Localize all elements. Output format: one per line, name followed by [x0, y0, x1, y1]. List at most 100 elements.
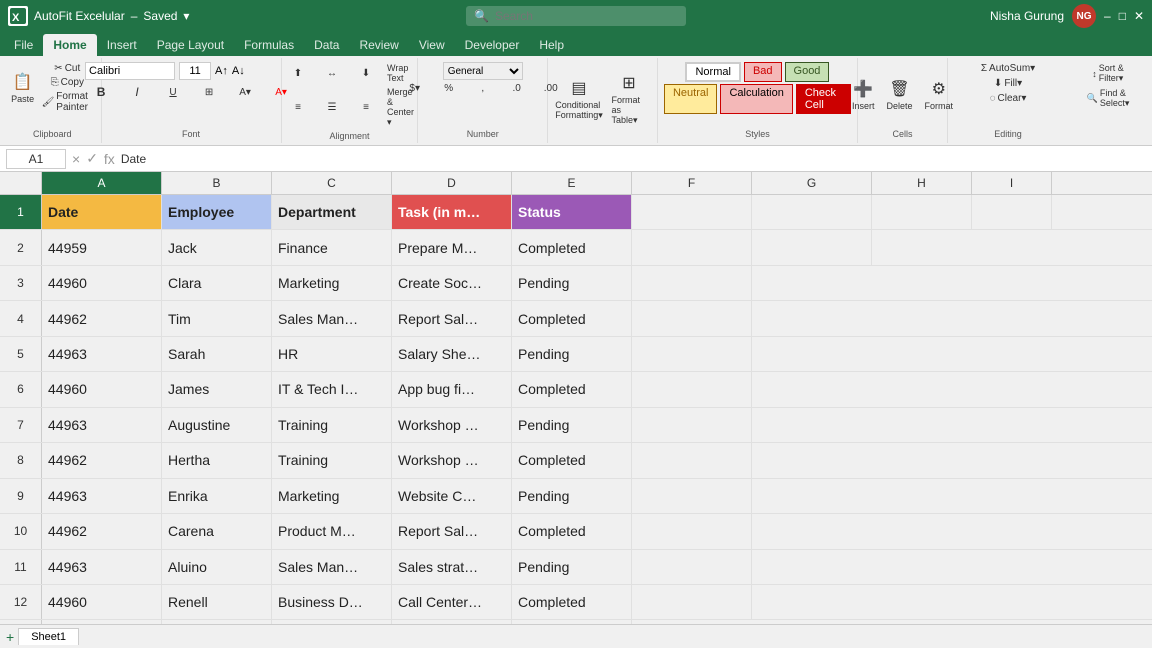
cell-d3[interactable]: Create Soc… — [392, 266, 512, 300]
delete-cells-button[interactable]: 🗑 Delete — [881, 76, 917, 114]
cell-d4[interactable]: Report Sal… — [392, 301, 512, 335]
row-num-10[interactable]: 10 — [0, 514, 42, 548]
comma-button[interactable]: , — [467, 82, 499, 95]
sort-filter-button[interactable]: ↕ Sort &Filter▾ — [1088, 62, 1128, 85]
cell-f2[interactable] — [632, 230, 752, 264]
cell-c8[interactable]: Training — [272, 443, 392, 477]
cell-c1[interactable]: Department — [272, 195, 392, 229]
minimize-button[interactable]: – — [1104, 9, 1111, 23]
cell-d5[interactable]: Salary She… — [392, 337, 512, 371]
style-neutral[interactable]: Neutral — [664, 84, 717, 114]
fill-color-button[interactable]: A▾ — [229, 86, 261, 99]
cell-c12[interactable]: Business D… — [272, 585, 392, 619]
row-num-2[interactable]: 2 — [0, 230, 42, 264]
cell-e12[interactable]: Completed — [512, 585, 632, 619]
cell-c4[interactable]: Sales Man… — [272, 301, 392, 335]
cell-d1[interactable]: Task (in m… — [392, 195, 512, 229]
tab-formulas[interactable]: Formulas — [234, 34, 304, 56]
row-num-1[interactable]: 1 — [0, 195, 42, 229]
cell-f4[interactable] — [632, 301, 752, 335]
cell-a3[interactable]: 44960 — [42, 266, 162, 300]
sheet-tab-1[interactable]: Sheet1 — [18, 628, 79, 645]
font-size-input[interactable] — [179, 62, 211, 80]
tab-page-layout[interactable]: Page Layout — [147, 34, 234, 56]
border-button[interactable]: ⊞ — [193, 86, 225, 99]
style-good[interactable]: Good — [785, 62, 830, 82]
cell-e2[interactable]: Completed — [512, 230, 632, 264]
cell-f12[interactable] — [632, 585, 752, 619]
cell-f7[interactable] — [632, 408, 752, 442]
cell-e10[interactable]: Completed — [512, 514, 632, 548]
name-box[interactable] — [6, 149, 66, 169]
tab-file[interactable]: File — [4, 34, 43, 56]
cell-b10[interactable]: Carena — [162, 514, 272, 548]
cell-d8[interactable]: Workshop … — [392, 443, 512, 477]
tab-review[interactable]: Review — [349, 34, 408, 56]
col-header-h[interactable]: H — [872, 172, 972, 194]
percent-button[interactable]: % — [433, 82, 465, 95]
cell-f10[interactable] — [632, 514, 752, 548]
cell-e7[interactable]: Pending — [512, 408, 632, 442]
cell-b12[interactable]: Renell — [162, 585, 272, 619]
cell-f1[interactable] — [632, 195, 752, 229]
cell-e3[interactable]: Pending — [512, 266, 632, 300]
increase-decimal-button[interactable]: .0 — [501, 82, 533, 95]
cell-b11[interactable]: Aluino — [162, 550, 272, 584]
cell-d6[interactable]: App bug fi… — [392, 372, 512, 406]
cell-a10[interactable]: 44962 — [42, 514, 162, 548]
insert-cells-button[interactable]: ➕ Insert — [847, 76, 880, 114]
cell-f8[interactable] — [632, 443, 752, 477]
tab-help[interactable]: Help — [529, 34, 574, 56]
close-button[interactable]: ✕ — [1134, 9, 1144, 23]
cell-e5[interactable]: Pending — [512, 337, 632, 371]
cell-f11[interactable] — [632, 550, 752, 584]
tab-developer[interactable]: Developer — [455, 34, 530, 56]
style-check-cell[interactable]: Check Cell — [796, 84, 851, 114]
cell-d7[interactable]: Workshop … — [392, 408, 512, 442]
number-format-select[interactable]: General — [443, 62, 523, 80]
dropdown-arrow[interactable]: ▾ — [183, 9, 189, 23]
fill-button[interactable]: ⬇ Fill▾ — [990, 77, 1026, 90]
row-num-5[interactable]: 5 — [0, 337, 42, 371]
align-top-button[interactable]: ⬆ — [282, 62, 314, 84]
cell-a8[interactable]: 44962 — [42, 443, 162, 477]
cell-e4[interactable]: Completed — [512, 301, 632, 335]
paste-button[interactable]: 📋 Paste — [9, 69, 37, 107]
user-avatar[interactable]: NG — [1072, 4, 1096, 28]
row-num-11[interactable]: 11 — [0, 550, 42, 584]
cell-f6[interactable] — [632, 372, 752, 406]
underline-button[interactable]: U — [157, 86, 189, 99]
row-num-8[interactable]: 8 — [0, 443, 42, 477]
cell-c9[interactable]: Marketing — [272, 479, 392, 513]
cell-e8[interactable]: Completed — [512, 443, 632, 477]
cell-b5[interactable]: Sarah — [162, 337, 272, 371]
tab-insert[interactable]: Insert — [97, 34, 147, 56]
autosum-button[interactable]: Σ AutoSum▾ — [977, 62, 1039, 75]
cell-d9[interactable]: Website C… — [392, 479, 512, 513]
col-header-e[interactable]: E — [512, 172, 632, 194]
search-input[interactable] — [495, 9, 675, 23]
font-increase-button[interactable]: A↑ — [215, 65, 228, 77]
col-header-i[interactable]: I — [972, 172, 1052, 194]
cell-e1[interactable]: Status — [512, 195, 632, 229]
row-num-7[interactable]: 7 — [0, 408, 42, 442]
cell-a4[interactable]: 44962 — [42, 301, 162, 335]
cell-d11[interactable]: Sales strat… — [392, 550, 512, 584]
row-num-3[interactable]: 3 — [0, 266, 42, 300]
cell-f3[interactable] — [632, 266, 752, 300]
cell-b7[interactable]: Augustine — [162, 408, 272, 442]
cell-f9[interactable] — [632, 479, 752, 513]
cell-b9[interactable]: Enrika — [162, 479, 272, 513]
tab-home[interactable]: Home — [43, 34, 96, 56]
col-header-d[interactable]: D — [392, 172, 512, 194]
cell-a12[interactable]: 44960 — [42, 585, 162, 619]
cell-a11[interactable]: 44963 — [42, 550, 162, 584]
style-bad[interactable]: Bad — [744, 62, 782, 82]
cell-b1[interactable]: Employee — [162, 195, 272, 229]
cell-c7[interactable]: Training — [272, 408, 392, 442]
cell-c10[interactable]: Product M… — [272, 514, 392, 548]
cell-a9[interactable]: 44963 — [42, 479, 162, 513]
cell-d10[interactable]: Report Sal… — [392, 514, 512, 548]
col-header-c[interactable]: C — [272, 172, 392, 194]
cell-i1[interactable] — [972, 195, 1052, 229]
